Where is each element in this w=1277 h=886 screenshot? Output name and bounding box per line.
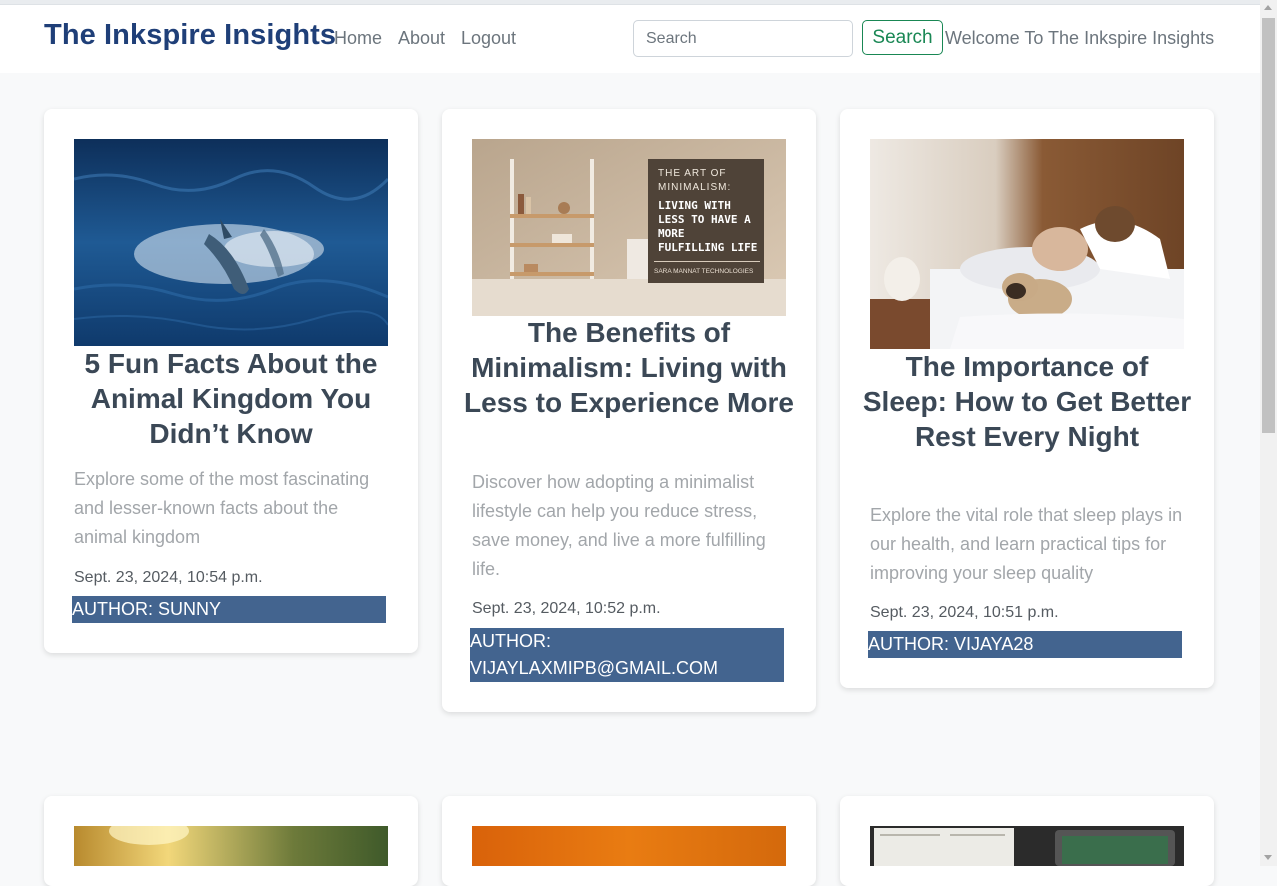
scroll-down-arrow-icon[interactable] — [1264, 855, 1272, 860]
post-image — [472, 826, 786, 866]
post-title[interactable]: The Benefits of Minimalism: Living with … — [464, 315, 794, 420]
post-date: Sept. 23, 2024, 10:52 p.m. — [472, 600, 661, 617]
welcome-text: Welcome To The Inkspire Insights — [945, 28, 1215, 48]
post-card[interactable]: THE ART OF MINIMALISM: LIVING WITH LESS … — [442, 109, 816, 712]
post-card[interactable] — [44, 796, 418, 886]
search-input[interactable] — [633, 20, 853, 57]
post-image — [74, 826, 388, 866]
post-title[interactable]: The Importance of Sleep: How to Get Bett… — [862, 349, 1192, 454]
scroll-up-arrow-icon[interactable] — [1264, 5, 1272, 10]
post-date: Sept. 23, 2024, 10:51 p.m. — [870, 604, 1059, 621]
post-title[interactable]: 5 Fun Facts About the Animal Kingdom You… — [66, 346, 396, 451]
post-image — [870, 826, 1184, 866]
image-text-line3: LIVING WITH — [658, 199, 731, 212]
image-text-line1: THE ART OF — [658, 168, 727, 179]
post-card[interactable]: 5 Fun Facts About the Animal Kingdom You… — [44, 109, 418, 653]
navbar: The Inkspire Insights Home About Logout … — [0, 5, 1260, 73]
post-excerpt: Discover how adopting a minimalist lifes… — [472, 472, 766, 579]
sleep-image — [870, 139, 1184, 349]
image-text-line5: MORE — [658, 227, 685, 240]
brand-link[interactable]: The Inkspire Insights — [44, 19, 336, 52]
search-button[interactable]: Search — [862, 20, 943, 55]
post-date: Sept. 23, 2024, 10:54 p.m. — [74, 569, 263, 586]
nav-home-link[interactable]: Home — [334, 28, 382, 49]
post-card[interactable]: The Importance of Sleep: How to Get Bett… — [840, 109, 1214, 688]
nav-about-link[interactable]: About — [398, 28, 445, 49]
post-author: AUTHOR: VIJAYLAXMIPB@GMAIL.COM — [470, 628, 784, 682]
nav-logout-link[interactable]: Logout — [461, 28, 516, 49]
image-text-line2: MINIMALISM: — [658, 182, 731, 193]
image-text-line4: LESS TO HAVE A — [658, 213, 751, 226]
post-author: AUTHOR: VIJAYA28 — [868, 631, 1182, 658]
image-text-credit: SARA MANNAT TECHNOLOGIES — [654, 268, 754, 275]
image-text-line6: FULFILLING LIFE — [658, 241, 757, 254]
scrollbar-thumb[interactable] — [1262, 18, 1275, 433]
post-card[interactable] — [442, 796, 816, 886]
minimalism-image: THE ART OF MINIMALISM: LIVING WITH LESS … — [472, 139, 786, 316]
dolphin-image — [74, 139, 388, 346]
post-excerpt: Explore the vital role that sleep plays … — [870, 505, 1183, 583]
post-card[interactable] — [840, 796, 1214, 886]
post-author: AUTHOR: SUNNY — [72, 596, 386, 623]
post-excerpt: Explore some of the most fascinating and… — [74, 469, 370, 547]
